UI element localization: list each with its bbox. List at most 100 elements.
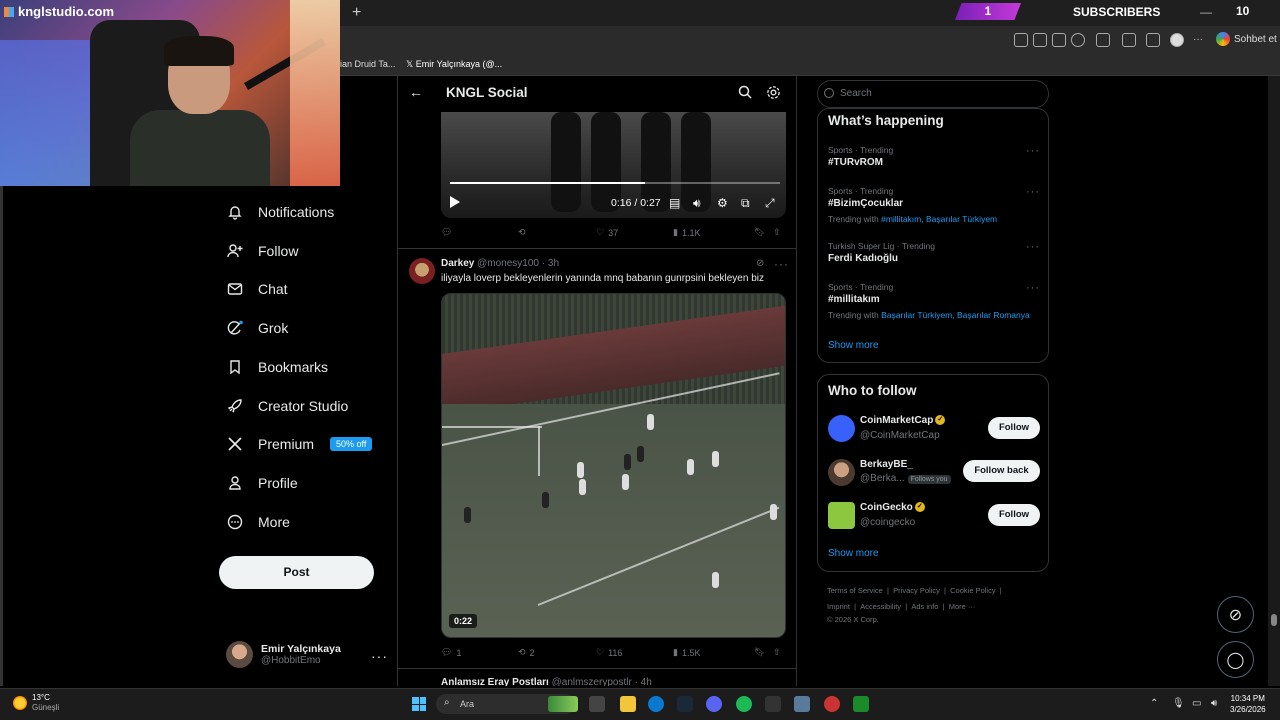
fullscreen-icon[interactable]: ⤢ bbox=[765, 196, 775, 211]
windows-start-icon[interactable] bbox=[412, 697, 426, 711]
nav-profile[interactable]: Profile bbox=[226, 471, 298, 495]
nav-more[interactable]: More bbox=[226, 510, 290, 534]
bookmark-button[interactable]: 🔖︎ bbox=[754, 647, 765, 658]
discord-icon[interactable] bbox=[706, 696, 722, 712]
profile-icon[interactable] bbox=[1170, 33, 1184, 47]
bookmark-item[interactable]: ian Druid Ta... bbox=[340, 59, 395, 69]
file-explorer-icon[interactable] bbox=[620, 696, 636, 712]
messages-fab-button[interactable]: ◯ bbox=[1217, 641, 1254, 678]
tweet-time[interactable]: · 3h bbox=[542, 258, 559, 269]
task-view-icon[interactable] bbox=[589, 696, 605, 712]
footer-link[interactable]: Accessibility bbox=[860, 602, 901, 611]
extensions-icon[interactable] bbox=[1096, 33, 1110, 47]
repost-button[interactable]: ⟲ 2 bbox=[518, 647, 535, 658]
show-more-link[interactable]: Show more bbox=[828, 340, 879, 351]
favorites-icon[interactable] bbox=[1146, 33, 1160, 47]
trend-name[interactable]: #BizimÇocuklar bbox=[828, 198, 903, 209]
nav-follow[interactable]: Follow bbox=[226, 239, 298, 263]
reply-button[interactable]: 💬︎ 1 bbox=[441, 647, 461, 658]
post-button[interactable]: Post bbox=[219, 556, 374, 589]
grok-explain-icon[interactable]: ⊘ bbox=[756, 258, 765, 269]
trend-more-icon[interactable]: ··· bbox=[1026, 282, 1040, 294]
views-button[interactable]: ▮ 1.5K bbox=[673, 647, 700, 658]
edge-browser-icon[interactable] bbox=[648, 696, 664, 712]
microphone-icon[interactable]: 🎙︎ bbox=[1172, 698, 1185, 709]
video-player[interactable]: 0:22 bbox=[441, 293, 786, 638]
trend-more-icon[interactable]: ··· bbox=[1026, 241, 1040, 253]
bookmark-button[interactable]: 🔖︎ bbox=[754, 227, 765, 238]
trend-more-icon[interactable]: ··· bbox=[1026, 186, 1040, 198]
views-button[interactable]: ▮ 1.1K bbox=[673, 227, 700, 238]
avatar[interactable] bbox=[828, 502, 855, 529]
obs-icon[interactable] bbox=[824, 696, 840, 712]
avatar[interactable] bbox=[828, 415, 855, 442]
spotify-icon[interactable] bbox=[736, 696, 752, 712]
account-switcher[interactable]: Emir Yalçınkaya @HobbitEmo bbox=[226, 641, 341, 668]
search-icon[interactable] bbox=[738, 85, 754, 101]
tweet-author-handle[interactable]: @monesy100 bbox=[477, 258, 539, 269]
follow-button[interactable]: Follow bbox=[988, 504, 1040, 526]
suggestion-name[interactable]: CoinMarketCap ✓ bbox=[860, 415, 946, 426]
like-button[interactable]: ♡ 37 bbox=[596, 227, 618, 238]
back-arrow-icon[interactable]: ← bbox=[409, 84, 423, 100]
repost-button[interactable]: ⟲ bbox=[518, 227, 530, 238]
terminal-icon[interactable] bbox=[765, 696, 781, 712]
weather-widget[interactable]: 13°C Güneşli bbox=[13, 693, 59, 712]
settings-gear-icon[interactable] bbox=[766, 85, 782, 101]
nav-bookmarks[interactable]: Bookmarks bbox=[226, 355, 328, 379]
tweet-author-name[interactable]: Anlamsız Eray Postları bbox=[441, 677, 549, 686]
tweet-time[interactable]: · 4h bbox=[635, 677, 652, 686]
volume-icon[interactable]: 🔊︎ bbox=[1211, 698, 1217, 709]
follow-back-button[interactable]: Follow back bbox=[963, 460, 1040, 482]
suggestion-name[interactable]: BerkayBE_ bbox=[860, 459, 913, 470]
avatar[interactable] bbox=[409, 258, 435, 284]
share-button[interactable]: ⇧ bbox=[773, 227, 781, 238]
minimize-icon[interactable]: — bbox=[1200, 5, 1212, 19]
footer-more-link[interactable]: More ··· bbox=[949, 602, 976, 611]
like-button[interactable]: ♡ 116 bbox=[596, 647, 622, 658]
avatar[interactable] bbox=[828, 459, 855, 486]
picture-in-picture-icon[interactable]: ⧉ bbox=[741, 196, 750, 211]
captions-icon[interactable]: ▤ bbox=[669, 196, 680, 210]
video-settings-icon[interactable]: ⚙ bbox=[717, 196, 728, 210]
account-more-icon[interactable]: ··· bbox=[371, 648, 388, 664]
show-more-link[interactable]: Show more bbox=[828, 548, 879, 559]
scrollbar-thumb[interactable] bbox=[1271, 614, 1277, 626]
tweet-more-icon[interactable]: ··· bbox=[774, 257, 789, 271]
search-input[interactable]: Search bbox=[817, 80, 1049, 108]
nav-grok[interactable]: Grok bbox=[226, 316, 288, 340]
search-highlight-icon[interactable] bbox=[548, 696, 578, 712]
footer-link[interactable]: Imprint bbox=[827, 602, 850, 611]
streaming-app-icon[interactable] bbox=[853, 696, 869, 712]
footer-link[interactable]: Cookie Policy bbox=[950, 586, 995, 595]
new-tab-button[interactable]: + bbox=[352, 4, 361, 22]
grok-fab-button[interactable]: ⊘ bbox=[1217, 596, 1254, 633]
steam-icon[interactable] bbox=[677, 696, 693, 712]
settings-gear-icon[interactable] bbox=[794, 696, 810, 712]
tweet-author-handle[interactable]: @anlmszerypostlr bbox=[552, 677, 632, 686]
footer-link[interactable]: Ads info bbox=[911, 602, 938, 611]
page-scrollbar[interactable] bbox=[1268, 76, 1280, 686]
nav-chat[interactable]: Chat bbox=[226, 277, 288, 301]
bookmark-item[interactable]: 𝕏 Emir Yalçınkaya (@... bbox=[406, 59, 502, 70]
taskbar-clock[interactable]: 10:34 PM 3/26/2026 bbox=[1230, 693, 1266, 715]
translate-icon[interactable] bbox=[1052, 33, 1066, 47]
nav-premium[interactable]: Premium 50% off bbox=[226, 432, 373, 456]
trend-name[interactable]: #TURvROM bbox=[828, 157, 883, 168]
nav-creator-studio[interactable]: Creator Studio bbox=[226, 394, 348, 418]
share-button[interactable]: ⇧ bbox=[773, 647, 781, 658]
copilot-chat-button[interactable]: Sohbet et bbox=[1216, 32, 1277, 46]
trend-more-icon[interactable]: ··· bbox=[1026, 145, 1040, 157]
trend-name[interactable]: #millitakım bbox=[828, 294, 880, 305]
browser-menu-icon[interactable]: ··· bbox=[1193, 34, 1203, 45]
browser-essentials-icon[interactable] bbox=[1122, 33, 1136, 47]
follow-button[interactable]: Follow bbox=[988, 417, 1040, 439]
network-icon[interactable]: ▭ bbox=[1192, 698, 1201, 709]
volume-icon[interactable]: 🔊︎ bbox=[693, 196, 701, 211]
video-progress-bar[interactable] bbox=[450, 182, 780, 184]
footer-link[interactable]: Privacy Policy bbox=[893, 586, 940, 595]
nav-notifications[interactable]: Notifications bbox=[226, 200, 334, 224]
read-aloud-icon[interactable] bbox=[1033, 33, 1047, 47]
reply-button[interactable]: 💬︎ bbox=[441, 227, 456, 238]
play-icon[interactable] bbox=[450, 196, 460, 208]
